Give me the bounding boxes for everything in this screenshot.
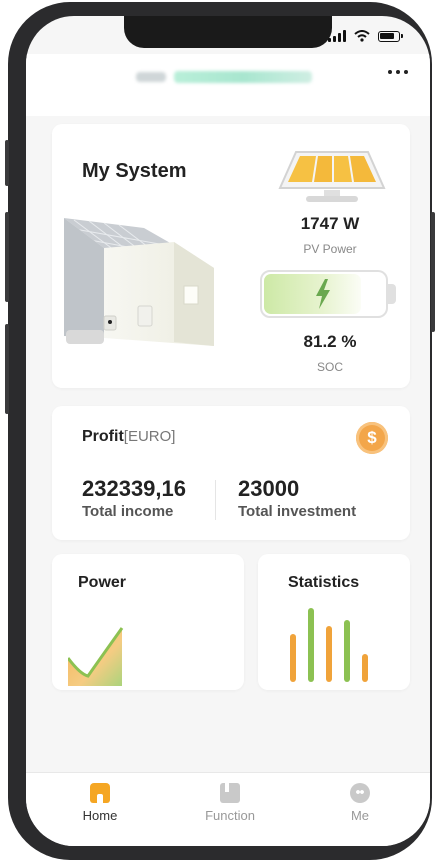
status-bar bbox=[328, 30, 403, 42]
lightning-bolt-icon bbox=[316, 279, 330, 309]
my-system-title: My System bbox=[82, 160, 187, 182]
total-income-label: Total income bbox=[82, 503, 174, 520]
pv-power-label: PV Power bbox=[303, 242, 357, 256]
tab-home-label: Home bbox=[82, 808, 118, 823]
house-illustration-icon bbox=[64, 218, 214, 346]
total-investment-label: Total investment bbox=[238, 503, 357, 520]
profit-card[interactable]: Profit[EURO] $ 232339,16 Total income 23… bbox=[52, 406, 410, 540]
power-chart-icon bbox=[68, 627, 124, 686]
tab-me-label: Me bbox=[350, 808, 370, 823]
function-icon bbox=[220, 783, 240, 803]
tab-function[interactable]: Function bbox=[180, 783, 280, 823]
divider bbox=[215, 480, 216, 520]
side-button bbox=[5, 324, 9, 414]
me-icon bbox=[350, 783, 370, 803]
bottom-tab-bar: Home Function Me bbox=[26, 772, 430, 846]
side-button bbox=[5, 140, 9, 186]
my-system-card[interactable]: My System 1747 W PV Power 81.2 % SOC bbox=[52, 124, 410, 388]
soc-battery-tip bbox=[388, 284, 396, 304]
dollar-coin-icon: $ bbox=[356, 422, 388, 454]
power-card[interactable]: Power bbox=[52, 554, 244, 690]
soc-label: SOC bbox=[316, 360, 343, 374]
tab-home[interactable]: Home bbox=[50, 783, 150, 823]
profit-unit: [EURO] bbox=[123, 428, 176, 445]
total-income-value: 232339,16 bbox=[82, 476, 186, 501]
screen: My System 1747 W PV Power 81.2 % SOC Pro… bbox=[26, 16, 430, 846]
pv-power-value: 1747 W bbox=[300, 214, 360, 233]
battery-status-icon bbox=[378, 30, 403, 42]
soc-value: 81.2 % bbox=[303, 332, 357, 351]
tab-me[interactable]: Me bbox=[310, 783, 410, 823]
tab-function-label: Function bbox=[205, 808, 255, 823]
total-investment-value: 23000 bbox=[238, 476, 300, 501]
profit-title-text: Profit bbox=[82, 428, 124, 445]
statistics-chart-icon bbox=[290, 608, 368, 682]
site-name-blurred bbox=[174, 71, 312, 83]
statistics-card[interactable]: Statistics bbox=[258, 554, 410, 690]
home-icon bbox=[90, 783, 110, 803]
phone-frame: My System 1747 W PV Power 81.2 % SOC Pro… bbox=[5, 2, 435, 860]
soc-battery-fill bbox=[264, 274, 361, 314]
signal-icon bbox=[328, 30, 346, 42]
side-button bbox=[431, 212, 435, 332]
statistics-card-title: Statistics bbox=[288, 574, 360, 591]
site-name bbox=[136, 70, 312, 84]
header bbox=[26, 54, 430, 116]
more-options-icon[interactable] bbox=[388, 70, 408, 74]
side-button bbox=[5, 212, 9, 302]
solar-panel-icon bbox=[278, 151, 386, 202]
notch bbox=[124, 16, 332, 48]
power-card-title: Power bbox=[78, 574, 127, 591]
site-name-prefix-blurred bbox=[136, 72, 166, 82]
wifi-icon bbox=[354, 30, 370, 42]
profit-title: Profit[EURO] bbox=[82, 428, 175, 446]
